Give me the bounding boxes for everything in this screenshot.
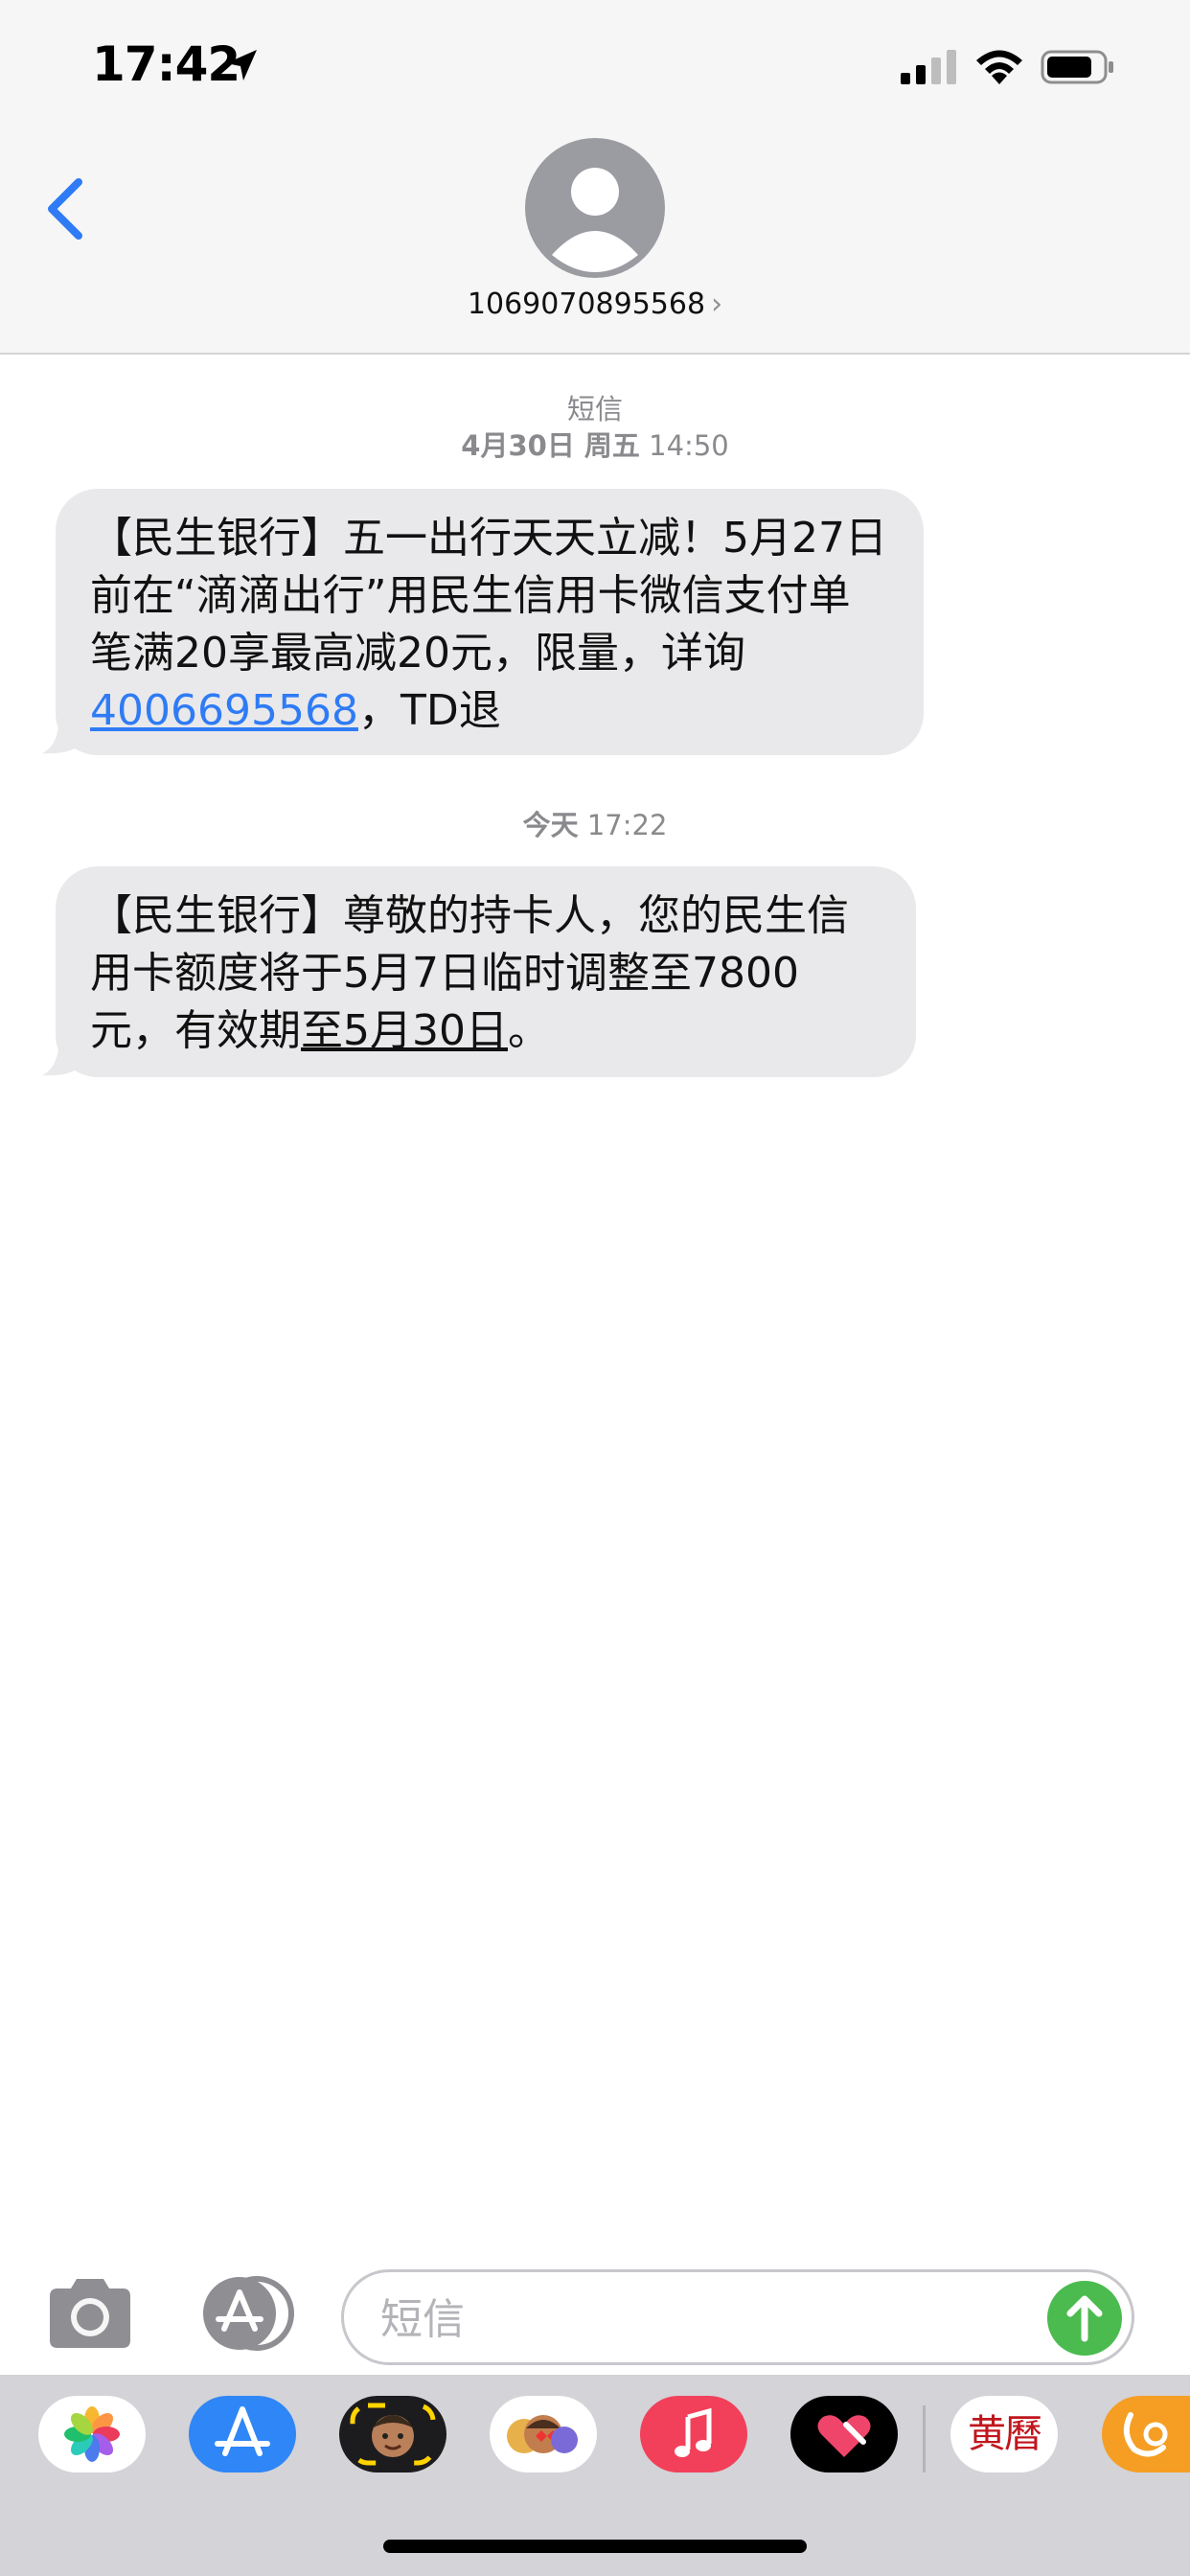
contact-number: 1069070895568 <box>467 288 706 321</box>
phone-link[interactable]: 4006695568 <box>90 686 358 735</box>
message-text-end: 。 <box>507 1006 550 1055</box>
chevron-right-icon: › <box>711 288 723 321</box>
send-button[interactable] <box>1047 2281 1122 2356</box>
home-indicator[interactable] <box>383 2540 807 2553</box>
timestamp-date: 今天 <box>522 809 579 841</box>
huangli-label: 黄曆 <box>968 2412 1042 2456</box>
uc-browser-icon[interactable] <box>1102 2396 1190 2472</box>
timestamp-time: 14:50 <box>649 429 729 462</box>
contact-avatar-icon[interactable] <box>525 138 665 278</box>
bubble-tail <box>42 1035 84 1076</box>
imessage-app-drawer: 黄曆 <box>0 2375 1190 2576</box>
memoji-icon[interactable] <box>339 2396 446 2472</box>
message-input[interactable] <box>378 2288 995 2351</box>
camera-icon[interactable] <box>46 2275 134 2352</box>
message-text-end: ，TD退 <box>357 686 501 735</box>
date-link[interactable]: 至5月30日 <box>301 1006 508 1055</box>
app-store-apps-icon[interactable] <box>192 2275 297 2352</box>
photos-icon[interactable] <box>38 2396 146 2472</box>
contact-number-button[interactable]: 1069070895568 › <box>0 288 1190 321</box>
status-time: 17:42 <box>92 36 240 92</box>
drawer-divider <box>923 2405 926 2472</box>
timestamp: 今天 17:22 <box>0 803 1190 843</box>
timestamp-time: 17:22 <box>586 809 668 841</box>
service-label: 短信 <box>566 393 623 426</box>
music-icon[interactable] <box>640 2396 747 2472</box>
location-arrow-icon <box>226 50 257 80</box>
digital-touch-icon[interactable] <box>790 2396 898 2472</box>
bubble-tail <box>42 713 84 754</box>
app-store-icon[interactable] <box>189 2396 296 2472</box>
huangli-icon[interactable]: 黄曆 <box>950 2396 1058 2472</box>
send-arrow-icon <box>1066 2295 1103 2342</box>
timestamp-date: 4月30日 周五 <box>461 429 640 462</box>
battery-icon <box>1041 50 1113 84</box>
timestamp: 4月30日 周五 14:50 <box>0 424 1190 464</box>
message-bubble[interactable]: 【民生银行】五一出行天天立减！5月27日前在“滴滴出行”用民生信用卡微信支付单笔… <box>42 489 924 755</box>
conversation-header: 17:42 1069070895568 › <box>0 0 1190 355</box>
message-bubble[interactable]: 【民生银行】尊敬的持卡人，您的民生信用卡额度将于5月7日临时调整至7800元，有… <box>42 866 916 1077</box>
message-compose-field[interactable] <box>341 2269 1134 2365</box>
cellular-signal-icon <box>901 50 956 84</box>
back-chevron-icon[interactable] <box>38 171 96 247</box>
wifi-icon <box>976 50 1022 84</box>
message-text: 【民生银行】五一出行天天立减！5月27日前在“滴滴出行”用民生信用卡微信支付单笔… <box>90 514 887 678</box>
animoji-icon[interactable] <box>490 2396 597 2472</box>
